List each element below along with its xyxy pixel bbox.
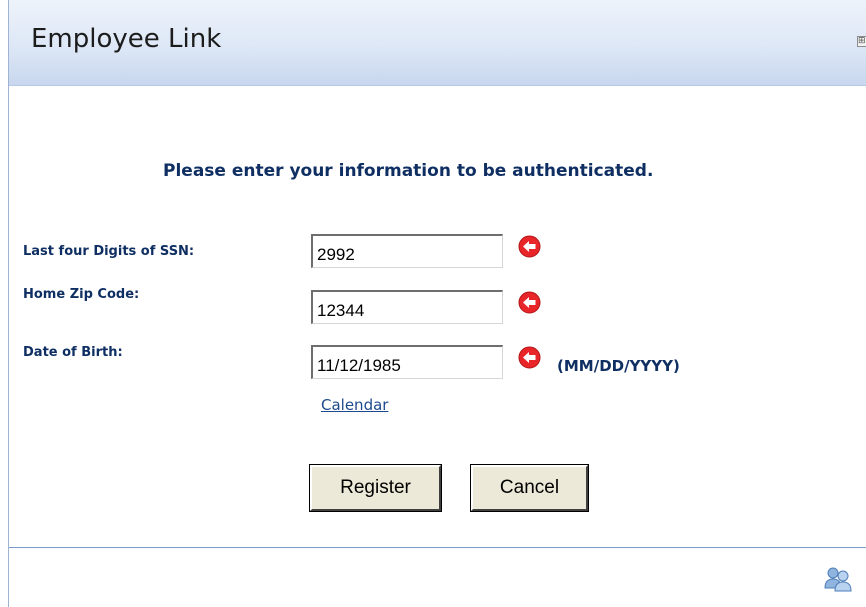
window-header: Employee Link ⊞ bbox=[9, 0, 866, 86]
dob-input[interactable] bbox=[311, 345, 503, 379]
ssn-input[interactable] bbox=[311, 234, 503, 268]
dob-format-hint: (MM/DD/YYYY) bbox=[557, 357, 680, 375]
zip-label: Home Zip Code: bbox=[23, 287, 140, 302]
required-arrow-icon bbox=[518, 235, 541, 258]
instructions-text: Please enter your information to be auth… bbox=[163, 161, 654, 181]
window-left-border bbox=[8, 0, 9, 607]
register-button[interactable]: Register bbox=[309, 464, 442, 512]
cancel-button[interactable]: Cancel bbox=[470, 464, 589, 512]
restore-icon[interactable]: ⊞ bbox=[857, 36, 866, 47]
ssn-label: Last four Digits of SSN: bbox=[23, 244, 195, 259]
window-title: Employee Link bbox=[31, 24, 222, 54]
employee-link-window: Employee Link ⊞ Please enter your inform… bbox=[0, 0, 866, 607]
dob-label: Date of Birth: bbox=[23, 345, 123, 360]
users-icon[interactable] bbox=[822, 566, 854, 592]
footer-divider bbox=[9, 547, 866, 548]
calendar-link[interactable]: Calendar bbox=[321, 396, 388, 414]
required-arrow-icon bbox=[518, 346, 541, 369]
zip-input[interactable] bbox=[311, 290, 503, 324]
required-arrow-icon bbox=[518, 291, 541, 314]
